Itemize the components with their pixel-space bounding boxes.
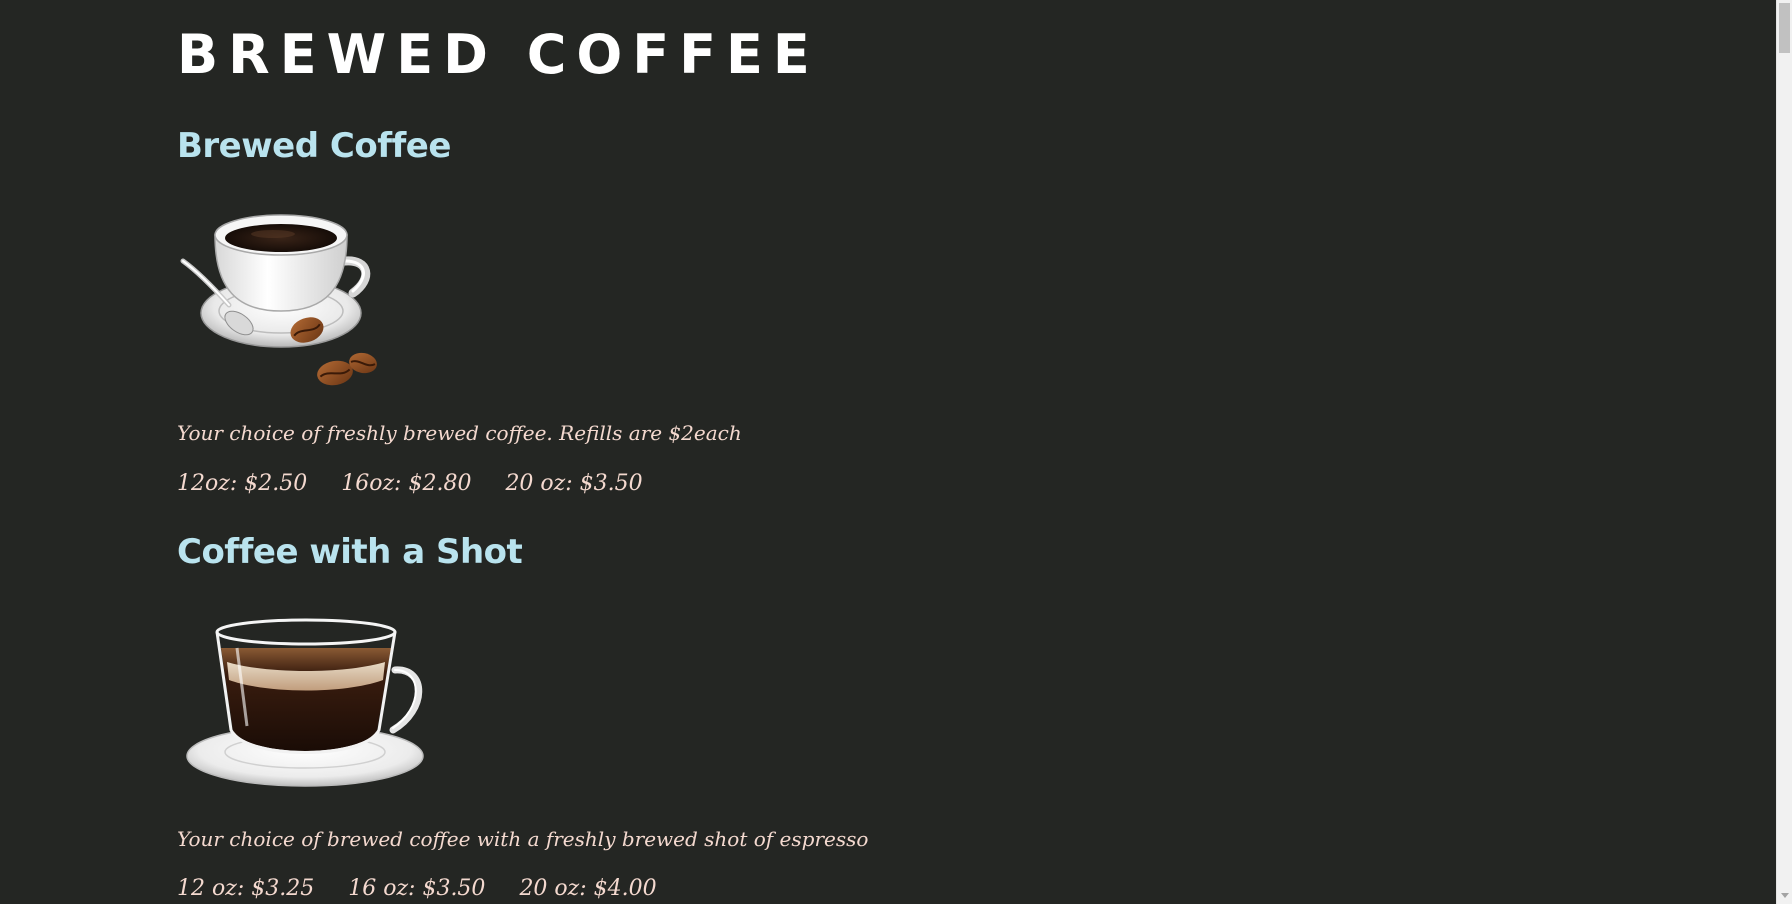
- section-title-brewed-coffee: Brewed Coffee: [177, 126, 451, 166]
- price-12oz: 12 oz: $3.25: [177, 876, 315, 901]
- coffee-with-shot-prices: 12 oz: $3.25 16 oz: $3.50 20 oz: $4.00: [177, 875, 657, 903]
- page: BREWED COFFEE Brewed Coffee Your choice …: [0, 0, 1776, 904]
- coffee-with-shot-image: [177, 618, 437, 802]
- scrollbar-thumb[interactable]: [1779, 3, 1790, 53]
- price-16oz: 16oz: $2.80: [341, 471, 472, 496]
- brewed-coffee-prices: 12oz: $2.50 16oz: $2.80 20 oz: $3.50: [177, 470, 643, 498]
- brewed-coffee-description: Your choice of freshly brewed coffee. Re…: [177, 421, 742, 445]
- scroll-down-arrow-icon[interactable]: [1781, 893, 1789, 898]
- price-16oz: 16 oz: $3.50: [348, 876, 486, 901]
- section-title-coffee-with-a-shot: Coffee with a Shot: [177, 532, 523, 572]
- coffee-cup-icon: [180, 214, 377, 386]
- price-12oz: 12oz: $2.50: [177, 471, 308, 496]
- price-20oz: 20 oz: $4.00: [519, 876, 657, 901]
- price-20oz: 20 oz: $3.50: [505, 471, 643, 496]
- brewed-coffee-image: [177, 205, 387, 399]
- coffee-with-shot-description: Your choice of brewed coffee with a fres…: [177, 827, 869, 851]
- vertical-scrollbar[interactable]: [1776, 0, 1792, 904]
- page-title: BREWED COFFEE: [177, 23, 820, 86]
- glass-coffee-cup-icon: [186, 618, 424, 787]
